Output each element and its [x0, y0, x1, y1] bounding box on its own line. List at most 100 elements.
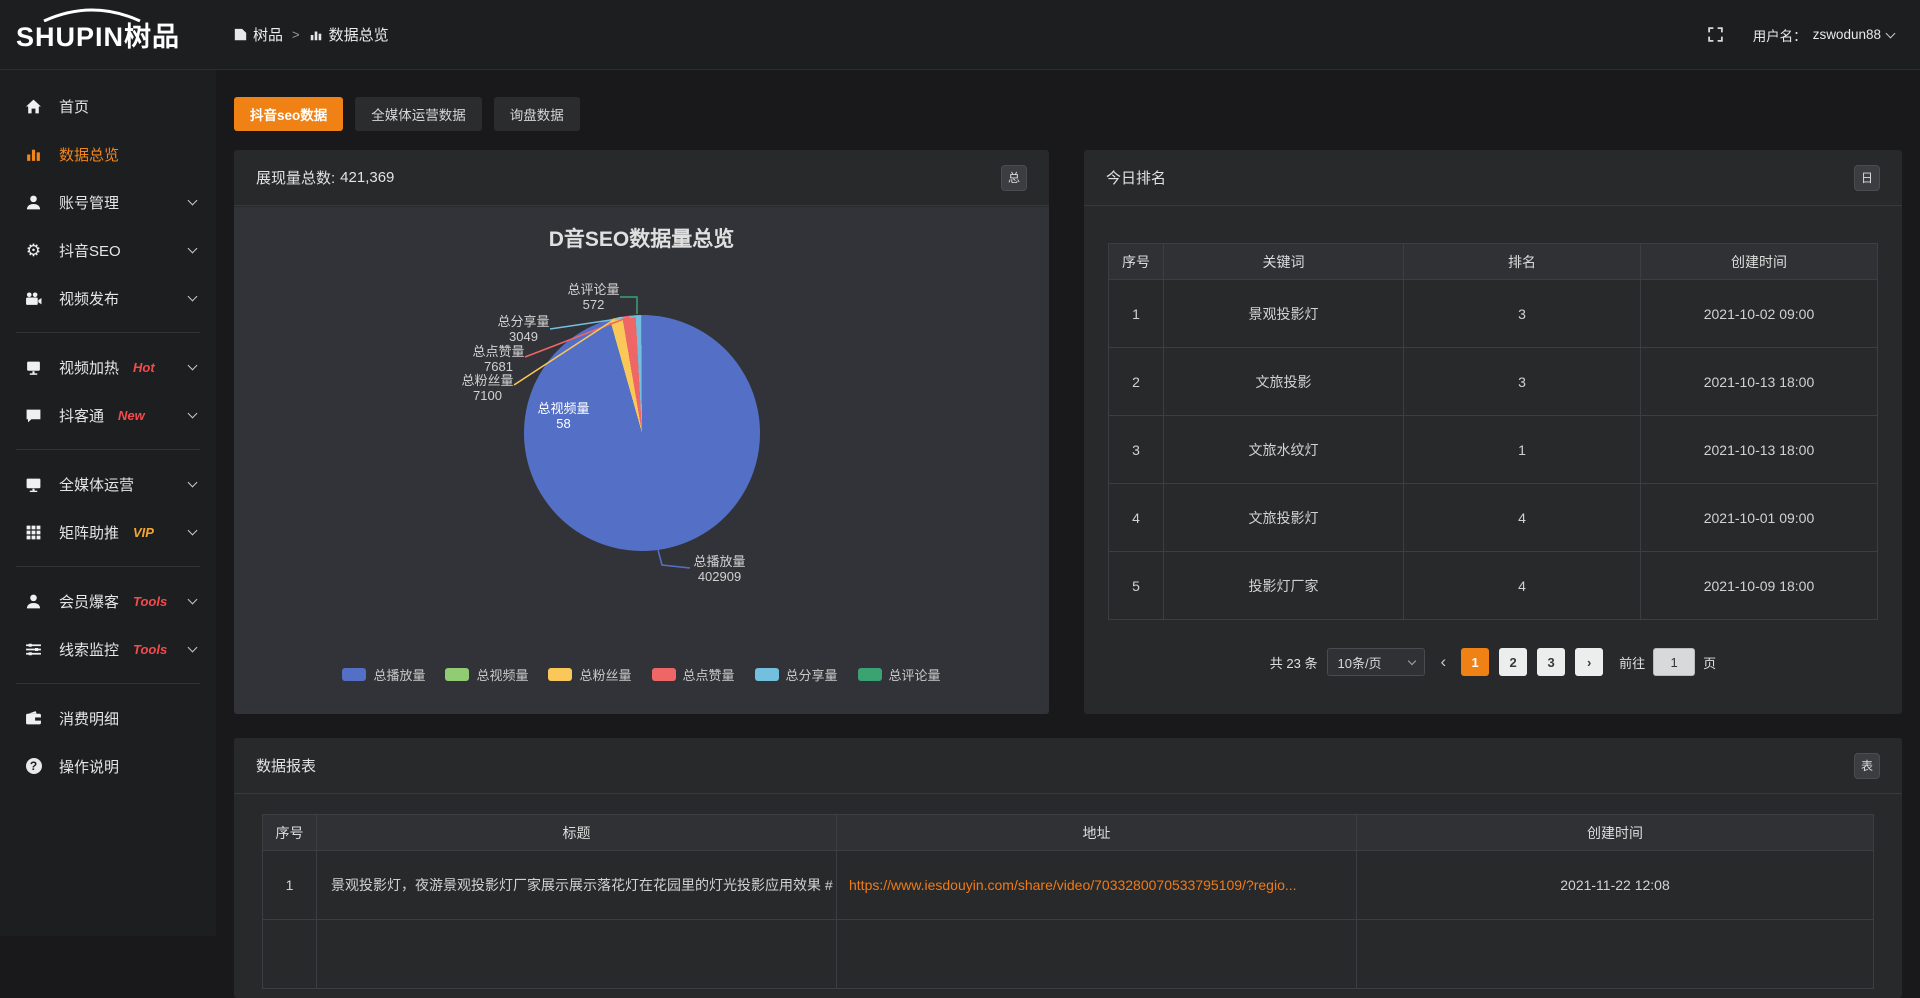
app-square-icon — [234, 28, 247, 41]
breadcrumb-root[interactable]: 树品 — [234, 24, 283, 45]
chevron-down-icon — [188, 196, 198, 206]
tools-tag: Tools — [133, 594, 167, 609]
legend-item[interactable]: 总播放量 — [342, 665, 425, 684]
legend-item[interactable]: 总点赞量 — [652, 665, 735, 684]
sidebar: 首页 数据总览 账号管理 ⚙ 抖音SEO 视频发布 视频加热 Hot 抖客通 N… — [0, 70, 216, 936]
chart-legend: 总播放量 总视频量 总粉丝量 总点赞量 总分享量 总评论量 — [234, 665, 1049, 684]
sidebar-item-douyin-seo[interactable]: ⚙ 抖音SEO — [0, 226, 216, 274]
display-icon — [24, 358, 43, 377]
sidebar-item-account[interactable]: 账号管理 — [0, 178, 216, 226]
panel-header: 展现量总数: 421,369 总 — [234, 150, 1049, 206]
goto-page-input[interactable] — [1653, 648, 1695, 676]
sidebar-item-member-burst[interactable]: 会员爆客 Tools — [0, 577, 216, 625]
sidebar-item-clue-monitor[interactable]: 线索监控 Tools — [0, 625, 216, 673]
chevron-down-icon — [188, 292, 198, 302]
sidebar-divider — [16, 449, 200, 450]
video-camera-icon — [24, 289, 43, 308]
table-row: 1 景观投影灯，夜游景观投影灯厂家展示展示落花灯在花园里的灯光投影应用效果 # … — [263, 851, 1874, 920]
table-header-row: 序号 关键词 排名 创建时间 — [1109, 244, 1878, 280]
chevron-down-icon — [1886, 28, 1896, 38]
prev-page-button[interactable]: ‹ — [1435, 652, 1451, 672]
impression-total-label: 展现量总数: — [256, 167, 335, 188]
rank-table-wrap: 序号 关键词 排名 创建时间 1 景观投影灯 3 2021-10-02 09:0… — [1084, 206, 1902, 676]
bar-chart-icon — [24, 145, 43, 164]
user-icon — [24, 193, 43, 212]
user-menu[interactable]: 用户名：zswodun88 — [1753, 25, 1894, 45]
page-button-1[interactable]: 1 — [1461, 648, 1489, 676]
pie-label-lines — [362, 233, 922, 663]
data-tabs: 抖音seo数据 全媒体运营数据 询盘数据 — [234, 97, 580, 131]
sidebar-item-video-heat[interactable]: 视频加热 Hot — [0, 343, 216, 391]
next-page-button[interactable]: › — [1575, 648, 1603, 676]
sidebar-item-matrix-boost[interactable]: 矩阵助推 VIP — [0, 508, 216, 556]
sidebar-divider — [16, 332, 200, 333]
chevron-down-icon — [188, 526, 198, 536]
panel-header: 今日排名 日 — [1084, 150, 1902, 206]
legend-swatch — [548, 668, 572, 681]
legend-item[interactable]: 总评论量 — [858, 665, 941, 684]
pie-label-comments: 总评论量572 — [567, 282, 619, 312]
report-title-cell: 景观投影灯，夜游景观投影灯厂家展示展示落花灯在花园里的灯光投影应用效果 # — [317, 851, 837, 920]
sidebar-item-douketong[interactable]: 抖客通 New — [0, 391, 216, 439]
vip-tag: VIP — [133, 525, 154, 540]
table-row: 2 文旅投影 3 2021-10-13 18:00 — [1109, 348, 1878, 416]
question-icon: ? — [24, 757, 43, 776]
pagination-total: 共 23 条 — [1270, 653, 1318, 672]
sidebar-item-video-publish[interactable]: 视频发布 — [0, 274, 216, 322]
impression-overview-panel: 展现量总数: 421,369 总 D音SEO数据量总览 总评论量572 总分享量… — [234, 150, 1049, 714]
pie-label-videos: 总视频量58 — [537, 401, 589, 431]
tab-media-operation-data[interactable]: 全媒体运营数据 — [355, 97, 482, 131]
wallet-icon — [24, 709, 43, 728]
total-badge[interactable]: 总 — [1001, 165, 1027, 191]
chevron-down-icon — [188, 361, 198, 371]
rank-table: 序号 关键词 排名 创建时间 1 景观投影灯 3 2021-10-02 09:0… — [1108, 243, 1878, 620]
page-button-2[interactable]: 2 — [1499, 648, 1527, 676]
sidebar-item-help[interactable]: ? 操作说明 — [0, 742, 216, 790]
hot-tag: Hot — [133, 360, 155, 375]
legend-item[interactable]: 总粉丝量 — [548, 665, 631, 684]
table-row: 5 投影灯厂家 4 2021-10-09 18:00 — [1109, 552, 1878, 620]
sidebar-item-data-overview[interactable]: 数据总览 — [0, 130, 216, 178]
page-button-3[interactable]: 3 — [1537, 648, 1565, 676]
legend-swatch — [858, 668, 882, 681]
user-label: 用户名： — [1753, 25, 1807, 45]
breadcrumb-current[interactable]: 数据总览 — [309, 24, 389, 45]
report-url-link[interactable]: https://www.iesdouyin.com/share/video/70… — [837, 851, 1357, 920]
logo-arc — [40, 8, 144, 22]
sidebar-item-expense-detail[interactable]: 消费明细 — [0, 694, 216, 742]
fullscreen-icon — [1707, 26, 1724, 43]
sidebar-divider — [16, 566, 200, 567]
tab-douyin-seo-data[interactable]: 抖音seo数据 — [234, 97, 343, 131]
breadcrumb-separator: > — [292, 27, 300, 42]
today-rank-panel: 今日排名 日 序号 关键词 排名 创建时间 1 景观投影灯 3 2021-10-… — [1084, 150, 1902, 714]
new-tag: New — [118, 408, 145, 423]
bar-chart-icon — [309, 28, 323, 42]
day-badge[interactable]: 日 — [1854, 165, 1880, 191]
impression-total-value: 421,369 — [340, 169, 394, 186]
legend-swatch — [652, 668, 676, 681]
chevron-down-icon — [188, 409, 198, 419]
legend-swatch — [342, 668, 366, 681]
sidebar-item-home[interactable]: 首页 — [0, 82, 216, 130]
breadcrumb: 树品 > 数据总览 — [234, 24, 389, 45]
person-icon — [24, 592, 43, 611]
sidebar-divider — [16, 683, 200, 684]
legend-item[interactable]: 总分享量 — [755, 665, 838, 684]
tab-inquiry-data[interactable]: 询盘数据 — [494, 97, 580, 131]
legend-swatch — [445, 668, 469, 681]
pie-label-likes: 总点赞量7681 — [472, 344, 524, 374]
goto-label: 前往 — [1619, 653, 1645, 672]
page-size-select[interactable]: 10条/页 — [1327, 648, 1425, 676]
panel-title: 数据报表 — [256, 755, 316, 776]
chevron-down-icon — [188, 643, 198, 653]
sliders-icon — [24, 640, 43, 659]
pagination: 共 23 条 10条/页 ‹ 1 2 3 › 前往 页 — [1108, 648, 1878, 676]
pie-label-shares: 总分享量3049 — [497, 314, 549, 344]
sidebar-item-media-operation[interactable]: 全媒体运营 — [0, 460, 216, 508]
app-header: SHUPIN树品 树品 > 数据总览 用户名：zswodun88 — [0, 0, 1920, 70]
legend-item[interactable]: 总视频量 — [445, 665, 528, 684]
chevron-down-icon — [188, 595, 198, 605]
fullscreen-button[interactable] — [1703, 22, 1729, 48]
table-badge[interactable]: 表 — [1854, 753, 1880, 779]
goto-unit: 页 — [1703, 653, 1716, 672]
